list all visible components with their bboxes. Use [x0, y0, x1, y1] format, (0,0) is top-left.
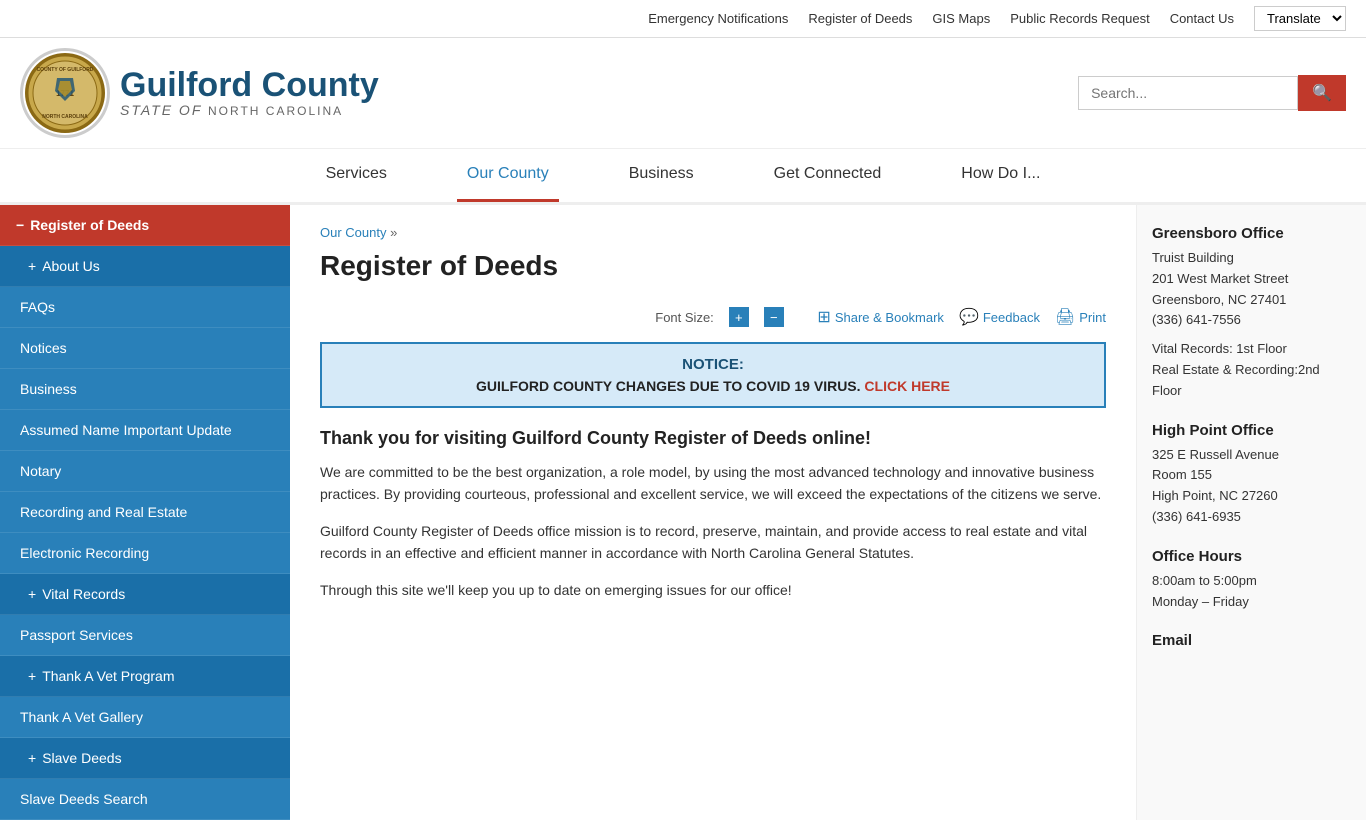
greensboro-office-title: Greensboro Office — [1152, 225, 1351, 242]
nav-business[interactable]: Business — [619, 149, 704, 202]
svg-text:COUNTY OF GUILFORD: COUNTY OF GUILFORD — [37, 67, 94, 73]
logo-area: COUNTY OF GUILFORD NORTH CAROLINA 1771 G… — [20, 48, 379, 138]
highpoint-address1: 325 E Russell Avenue — [1152, 447, 1279, 462]
page-title: Register of Deeds — [320, 250, 1106, 292]
highpoint-address2: Room 155 — [1152, 467, 1212, 482]
share-icon: ⊞ — [817, 307, 830, 327]
notice-box: NOTICE: GUILFORD COUNTY CHANGES DUE TO C… — [320, 342, 1106, 408]
sidebar-item-electronic-recording[interactable]: Electronic Recording — [0, 533, 290, 574]
highpoint-address3: High Point, NC 27260 — [1152, 488, 1278, 503]
plus-icon-2: + — [28, 586, 36, 602]
highpoint-office-title: High Point Office — [1152, 422, 1351, 439]
share-bookmark-link[interactable]: ⊞ Share & Bookmark — [817, 307, 944, 327]
sidebar: − Register of Deeds + About Us FAQs Noti… — [0, 205, 290, 820]
content-heading: Thank you for visiting Guilford County R… — [320, 428, 1106, 449]
right-sidebar: Greensboro Office Truist Building 201 We… — [1136, 205, 1366, 820]
content-paragraph-2: Guilford County Register of Deeds office… — [320, 520, 1106, 565]
office-hours-line1: 8:00am to 5:00pm — [1152, 573, 1257, 588]
email-title: Email — [1152, 632, 1351, 649]
content-paragraph-1: We are committed to be the best organiza… — [320, 461, 1106, 506]
font-decrease-button[interactable]: − — [764, 307, 784, 327]
office-hours-title: Office Hours — [1152, 548, 1351, 565]
breadcrumb: Our County » — [320, 225, 1106, 240]
search-input[interactable] — [1078, 76, 1298, 110]
plus-icon: + — [28, 258, 36, 274]
county-seal: COUNTY OF GUILFORD NORTH CAROLINA 1771 — [25, 53, 105, 133]
plus-icon-3: + — [28, 668, 36, 684]
nav-our-county[interactable]: Our County — [457, 149, 559, 202]
office-hours-line2: Monday – Friday — [1152, 594, 1249, 609]
greensboro-office: Greensboro Office Truist Building 201 We… — [1152, 225, 1351, 402]
nav-how-do-i[interactable]: How Do I... — [951, 149, 1050, 202]
sidebar-item-slave-deeds-search[interactable]: Slave Deeds Search — [0, 779, 290, 820]
sidebar-item-thank-a-vet-gallery[interactable]: Thank A Vet Gallery — [0, 697, 290, 738]
county-title: Guilford County — [120, 68, 379, 102]
content-wrapper: − Register of Deeds + About Us FAQs Noti… — [0, 205, 1366, 820]
sidebar-item-thank-a-vet-program[interactable]: + Thank A Vet Program — [0, 656, 290, 697]
notice-title: NOTICE: — [342, 356, 1084, 373]
greensboro-address1: 201 West Market Street — [1152, 271, 1288, 286]
greensboro-phone: (336) 641-7556 — [1152, 312, 1241, 327]
content-text: Thank you for visiting Guilford County R… — [320, 428, 1106, 601]
header: COUNTY OF GUILFORD NORTH CAROLINA 1771 G… — [0, 38, 1366, 148]
breadcrumb-link[interactable]: Our County — [320, 225, 386, 240]
sidebar-item-notices[interactable]: Notices — [0, 328, 290, 369]
sidebar-item-passport-services[interactable]: Passport Services — [0, 615, 290, 656]
sidebar-item-about-us[interactable]: + About Us — [0, 246, 290, 287]
register-of-deeds-link[interactable]: Register of Deeds — [808, 11, 912, 26]
sidebar-item-faqs[interactable]: FAQs — [0, 287, 290, 328]
greensboro-address2: Greensboro, NC 27401 — [1152, 292, 1286, 307]
sidebar-item-register-of-deeds[interactable]: − Register of Deeds — [0, 205, 290, 246]
top-bar: Emergency Notifications Register of Deed… — [0, 0, 1366, 38]
gis-maps-link[interactable]: GIS Maps — [932, 11, 990, 26]
sidebar-item-vital-records[interactable]: + Vital Records — [0, 574, 290, 615]
sidebar-item-slave-deeds[interactable]: + Slave Deeds — [0, 738, 290, 779]
email-section: Email — [1152, 632, 1351, 649]
sidebar-item-notary[interactable]: Notary — [0, 451, 290, 492]
plus-icon-4: + — [28, 750, 36, 766]
font-size-label: Font Size: — [655, 310, 714, 325]
toolbar: Font Size: + − ⊞ Share & Bookmark 💬 Feed… — [320, 307, 1106, 327]
search-button[interactable]: 🔍 — [1298, 75, 1346, 111]
highpoint-office: High Point Office 325 E Russell Avenue R… — [1152, 422, 1351, 528]
feedback-icon: 💬 — [959, 307, 979, 327]
highpoint-phone: (336) 641-6935 — [1152, 509, 1241, 524]
emergency-notifications-link[interactable]: Emergency Notifications — [648, 11, 788, 26]
font-increase-button[interactable]: + — [729, 307, 749, 327]
office-hours: Office Hours 8:00am to 5:00pm Monday – F… — [1152, 548, 1351, 613]
minus-icon: − — [16, 217, 24, 233]
translate-select[interactable]: Translate — [1254, 6, 1346, 31]
sidebar-item-business[interactable]: Business — [0, 369, 290, 410]
main-content: Our County » Register of Deeds Font Size… — [290, 205, 1136, 820]
county-state: STATE of NORTH CAROLINA — [120, 102, 379, 118]
notice-body: GUILFORD COUNTY CHANGES DUE TO COVID 19 … — [342, 378, 1084, 394]
greensboro-building: Truist Building — [1152, 250, 1234, 265]
county-name: Guilford County STATE of NORTH CAROLINA — [120, 68, 379, 118]
greensboro-note1: Vital Records: 1st Floor — [1152, 341, 1287, 356]
county-seal-circle: COUNTY OF GUILFORD NORTH CAROLINA 1771 — [20, 48, 110, 138]
nav-get-connected[interactable]: Get Connected — [764, 149, 892, 202]
svg-text:NORTH CAROLINA: NORTH CAROLINA — [42, 114, 88, 120]
contact-us-link[interactable]: Contact Us — [1170, 11, 1234, 26]
main-nav: Services Our County Business Get Connect… — [0, 148, 1366, 205]
print-icon: 🖨 — [1055, 307, 1075, 327]
search-area: 🔍 — [1078, 75, 1346, 111]
feedback-link[interactable]: 💬 Feedback — [959, 307, 1040, 327]
print-link[interactable]: 🖨 Print — [1055, 307, 1106, 327]
greensboro-note2: Real Estate & Recording:2nd Floor — [1152, 362, 1320, 398]
sidebar-item-assumed-name[interactable]: Assumed Name Important Update — [0, 410, 290, 451]
notice-link[interactable]: CLICK HERE — [864, 378, 950, 394]
sidebar-item-recording-real-estate[interactable]: Recording and Real Estate — [0, 492, 290, 533]
public-records-link[interactable]: Public Records Request — [1010, 11, 1149, 26]
nav-services[interactable]: Services — [316, 149, 397, 202]
content-paragraph-3: Through this site we'll keep you up to d… — [320, 579, 1106, 601]
